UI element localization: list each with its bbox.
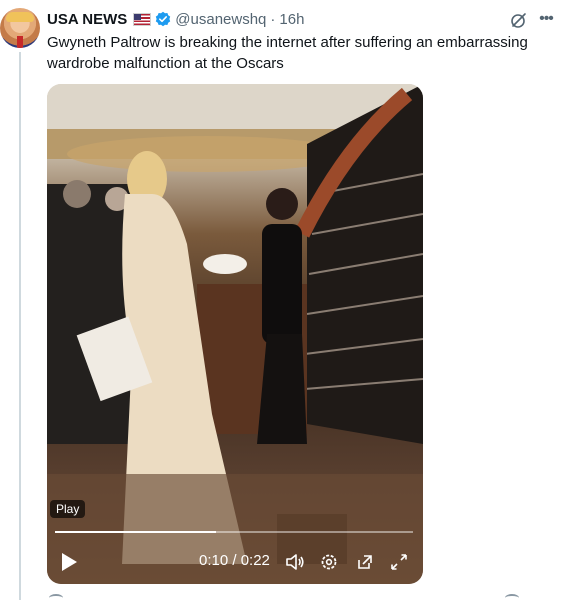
avatar-tie	[17, 36, 23, 48]
display-name[interactable]: USA NEWS	[47, 11, 127, 28]
share-icon[interactable]	[505, 594, 519, 602]
video-controls: 0:10 / 0:22	[47, 540, 423, 584]
us-flag-icon	[133, 12, 152, 26]
video-player[interactable]	[47, 84, 423, 584]
grok-icon[interactable]	[510, 11, 528, 29]
video-progress-track[interactable]	[55, 531, 413, 533]
avatar[interactable]	[0, 8, 40, 48]
post-text: Gwyneth Paltrow is breaking the internet…	[47, 34, 528, 72]
author-handle[interactable]: @usanewshq	[175, 11, 266, 28]
fullscreen-icon[interactable]	[389, 552, 409, 572]
verified-badge-icon	[155, 11, 171, 27]
play-badge: Play	[50, 500, 86, 518]
reply-icon[interactable]	[49, 594, 63, 602]
avatar-hair	[6, 12, 34, 22]
more-icon[interactable]: •••	[537, 10, 555, 28]
popout-icon[interactable]	[355, 552, 375, 572]
thread-line	[19, 52, 21, 600]
volume-icon[interactable]	[285, 552, 305, 572]
video-time: 0:10 / 0:22	[199, 552, 270, 569]
post-header: USA NEWS @usanewshq · 16h	[47, 8, 304, 30]
header-separator: ·	[270, 10, 276, 28]
action-bar	[47, 592, 552, 600]
post-time[interactable]: 16h	[279, 11, 304, 28]
settings-icon[interactable]	[319, 552, 339, 572]
play-icon[interactable]	[55, 548, 83, 576]
video-progress-fill	[55, 531, 217, 533]
